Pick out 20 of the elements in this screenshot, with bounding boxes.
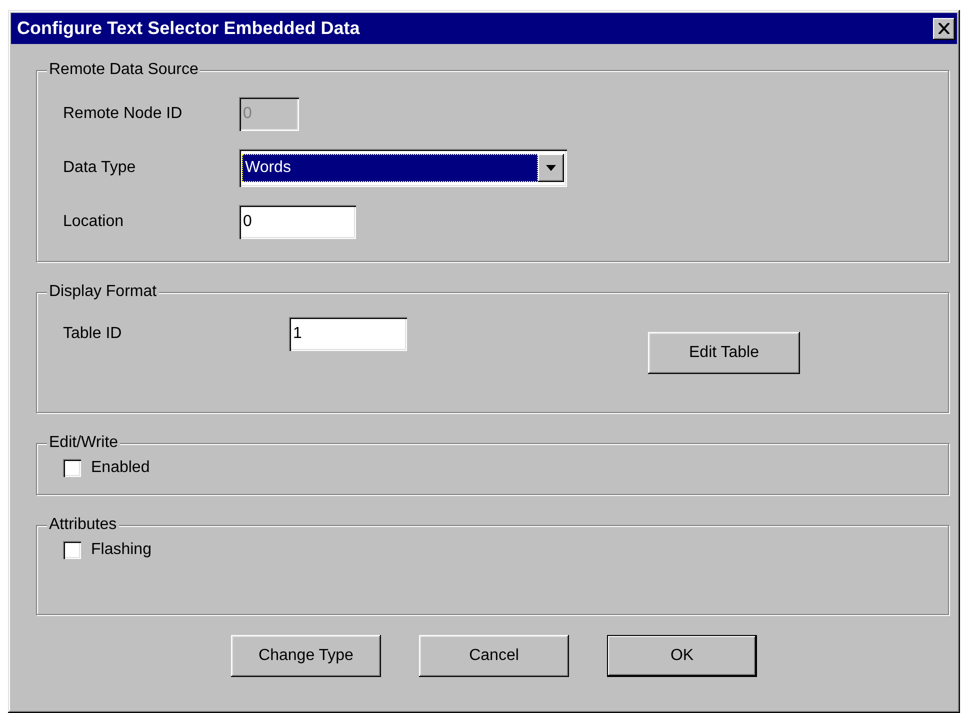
checkbox[interactable]: [63, 459, 81, 477]
checkbox-label: Enabled: [91, 459, 150, 477]
dialog-button[interactable]: OK: [607, 635, 757, 677]
dropdown-field[interactable]: Words: [239, 149, 567, 187]
edit-table-button[interactable]: Edit Table: [648, 332, 800, 374]
dialog-button[interactable]: Cancel: [419, 635, 569, 677]
checkbox[interactable]: [63, 541, 81, 559]
input-field[interactable]: 1: [289, 317, 407, 351]
window-title: Configure Text Selector Embedded Data: [17, 18, 360, 39]
checkbox-label: Flashing: [91, 541, 152, 559]
dialog-button[interactable]: Change Type: [231, 635, 381, 677]
field-label: Location: [63, 213, 124, 231]
field-label: Data Type: [63, 159, 137, 177]
close-button[interactable]: [933, 18, 955, 40]
field-label: Table ID: [63, 325, 123, 343]
group-title: Display Format: [47, 282, 159, 302]
dropdown-arrow-icon: [546, 165, 556, 171]
close-icon: [938, 23, 950, 34]
field-label: Remote Node ID: [63, 105, 184, 123]
input-field[interactable]: 0: [239, 205, 356, 239]
